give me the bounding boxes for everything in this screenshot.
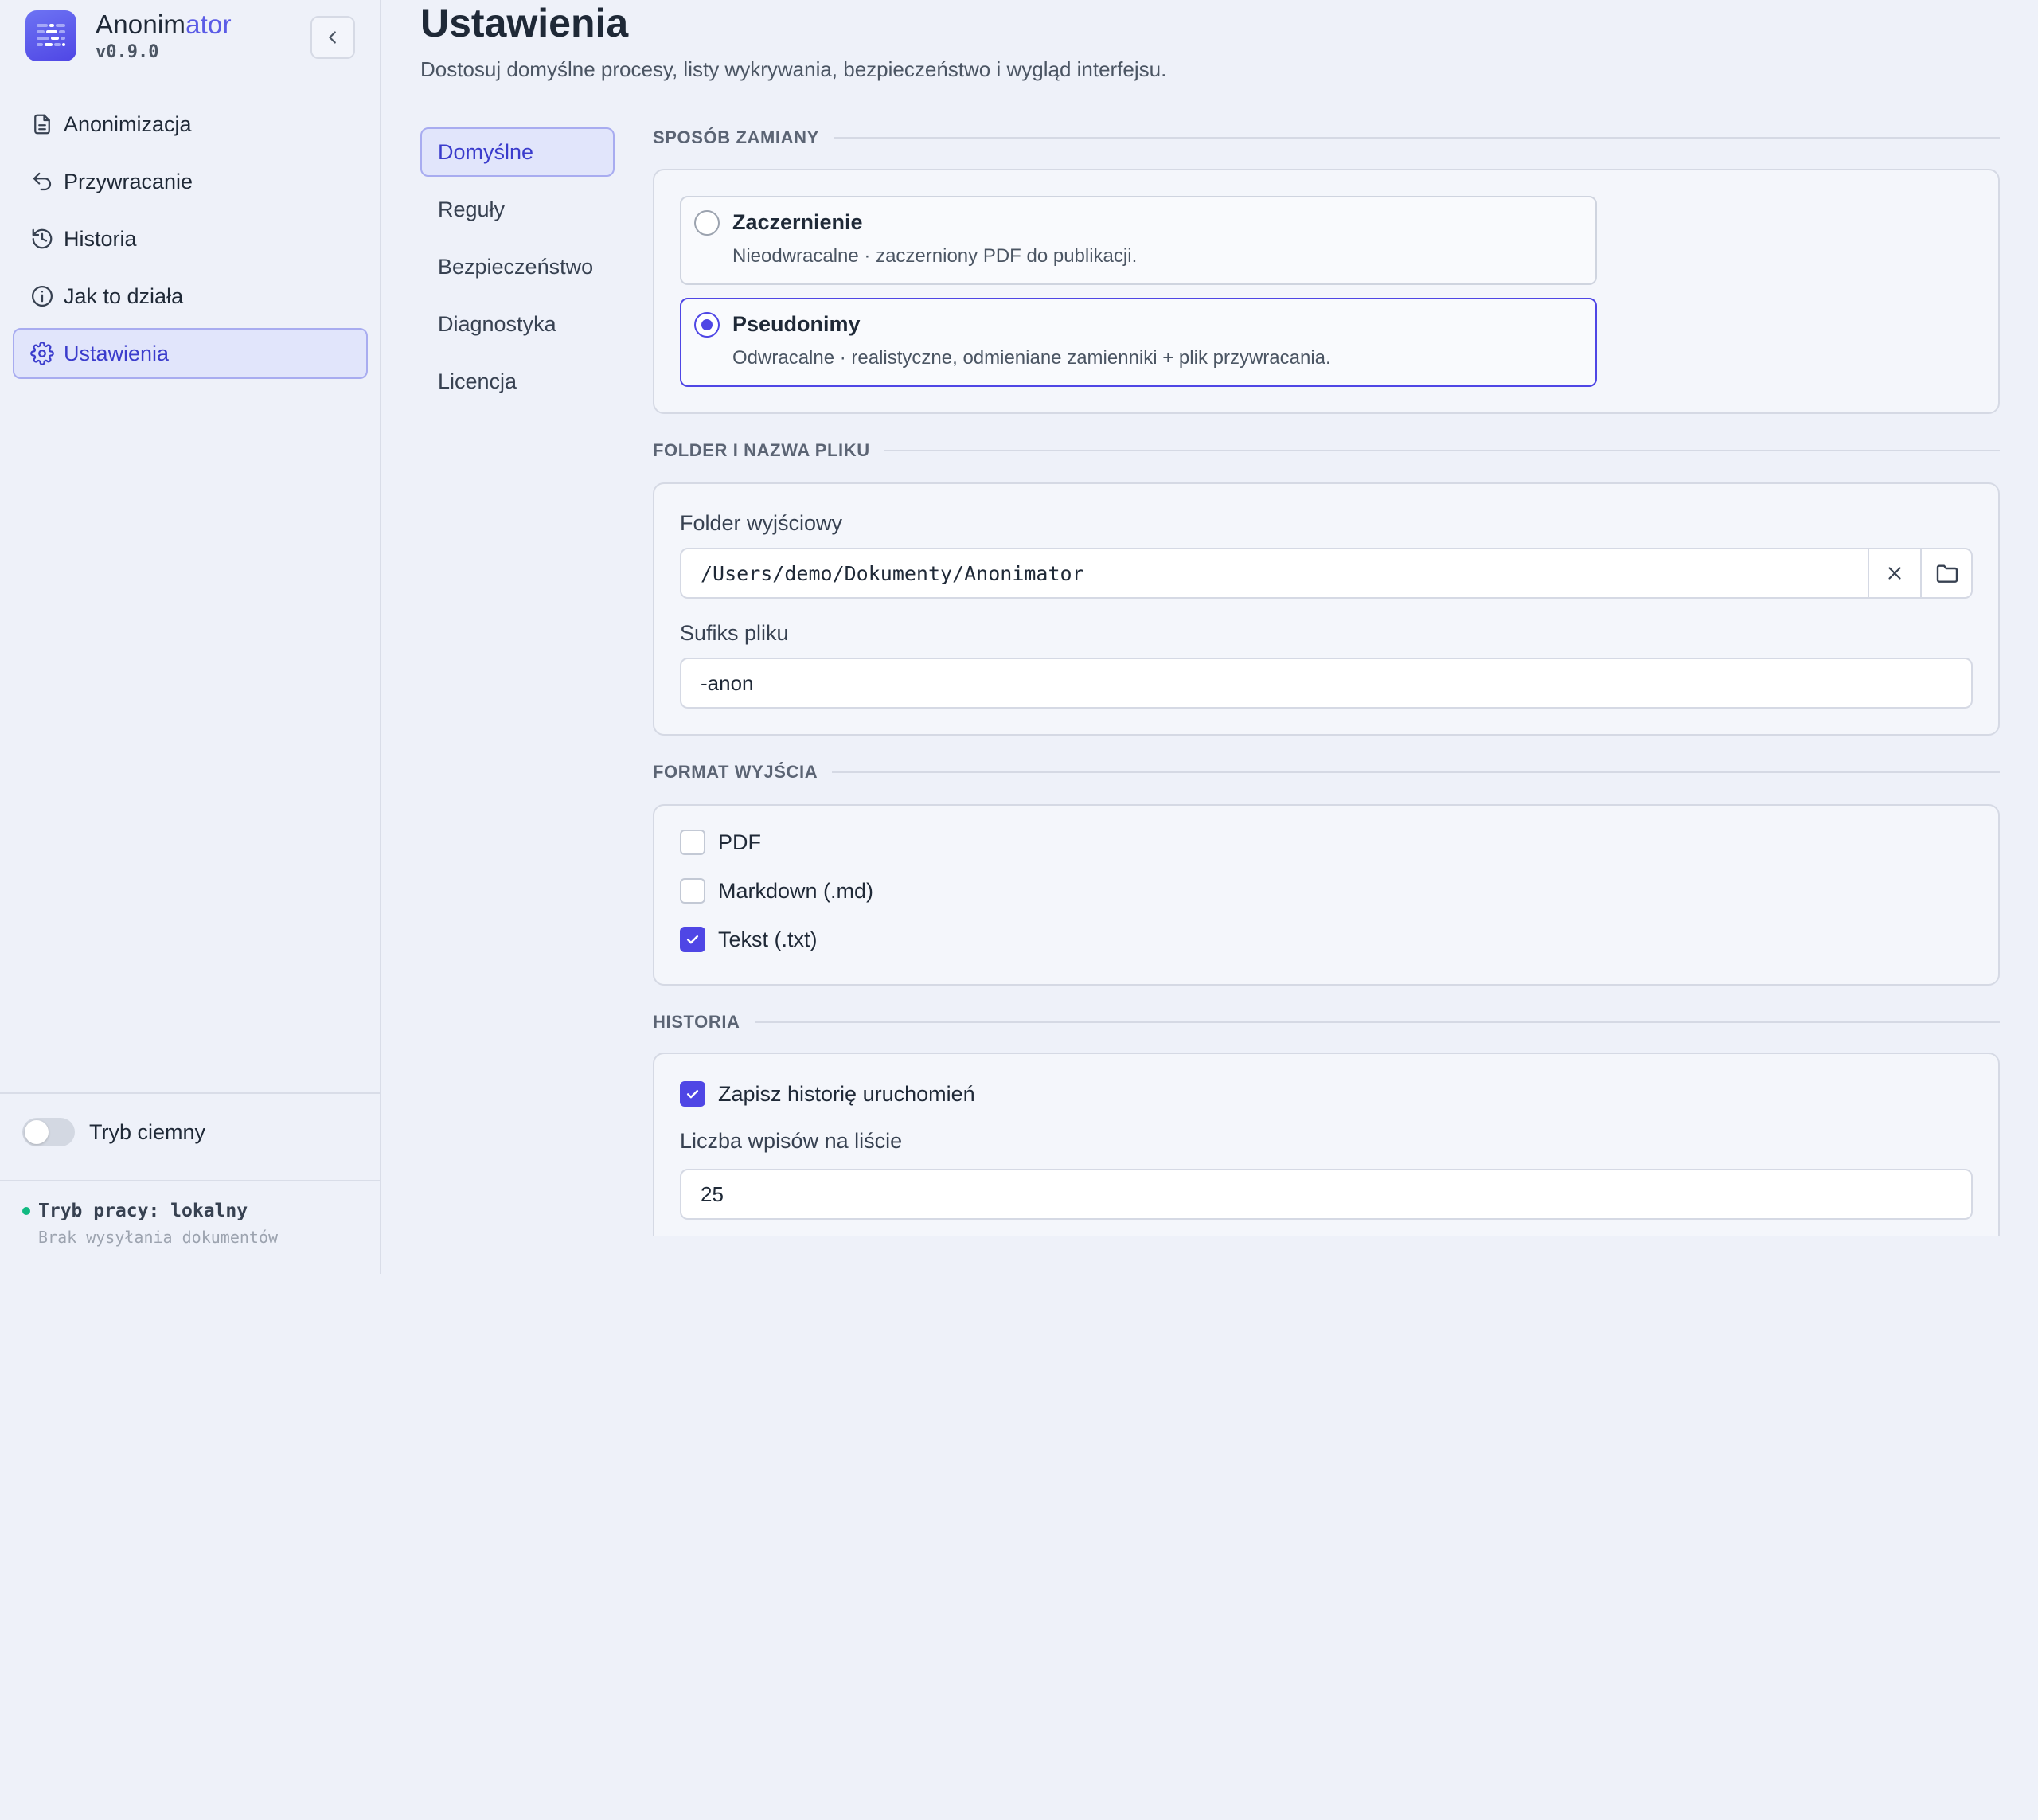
settings-subnav: Domyślne Reguły Bezpieczeństwo Diagnosty… [420,127,615,414]
sidebar-item-label: Jak to działa [64,283,184,308]
format-option-pdf[interactable]: PDF [680,830,761,855]
history-count-label: Liczba wpisów na liście [680,1129,903,1153]
radio-option-description: Nieodwracalne · zaczerniony PDF do publi… [732,245,1138,267]
history-icon [32,228,53,249]
sidebar-item-label: Anonimizacja [64,111,192,136]
toggle-knob [25,1120,49,1144]
page-subtitle: Dostosuj domyślne procesy, listy wykrywa… [420,57,1167,81]
status-dot-icon [22,1207,30,1215]
sidebar: Anonimator v0.9.0 Anonimizacja Przywraca… [0,0,381,1274]
close-icon [1888,567,1901,580]
divider [0,1092,380,1094]
sidebar-item-anonimizacja[interactable]: Anonimizacja [13,99,368,150]
app-name: Anonimator [96,10,232,39]
app-name-part2: ator [185,9,232,39]
radio-option-zaczernienie[interactable]: Zaczernienie Nieodwracalne · zaczerniony… [680,196,1597,285]
section-heading-history: HISTORIA [653,1012,2000,1033]
output-folder-input[interactable]: /Users/demo/Dokumenty/Anonimator [680,548,1973,599]
dark-mode-toggle[interactable] [22,1118,75,1146]
tab-reguly[interactable]: Reguły [420,185,615,234]
section-heading-text: HISTORIA [653,1012,740,1032]
page-title: Ustawienia [420,1,629,45]
radio-option-pseudonimy[interactable]: Pseudonimy Odwracalne · realistyczne, od… [680,298,1597,387]
file-suffix-input[interactable]: -anon [680,658,1973,709]
radio-option-title: Zaczernienie [732,210,863,234]
section-heading-text: FORMAT WYJŚCIA [653,762,818,782]
viewport-clip [382,1236,2038,1820]
tab-licencja[interactable]: Licencja [420,357,615,406]
dark-mode-row: Tryb ciemny [22,1118,205,1146]
folder-card: Folder wyjściowy /Users/demo/Dokumenty/A… [653,482,2000,736]
document-icon [34,114,50,135]
section-heading-text: SPOSÓB ZAMIANY [653,127,819,147]
checkbox[interactable] [680,927,705,952]
radio-button[interactable] [694,210,720,236]
chevron-left-icon [329,31,336,44]
checkbox-label: Zapisz historię uruchomień [718,1081,975,1106]
section-heading-replace-mode: SPOSÓB ZAMIANY [653,127,2000,148]
tab-bezpieczenstwo[interactable]: Bezpieczeństwo [420,242,615,291]
checkbox-label: Markdown (.md) [718,878,874,903]
sidebar-item-label: Historia [64,226,137,251]
work-mode-status: Tryb pracy: lokalny Brak wysyłania dokum… [22,1201,278,1247]
collapse-sidebar-button[interactable] [310,16,355,59]
info-icon [32,286,53,307]
sidebar-item-ustawienia[interactable]: Ustawienia [13,328,368,379]
save-history-option[interactable]: Zapisz historię uruchomień [680,1081,975,1107]
format-card: PDF Markdown (.md) Tekst (.txt) [653,804,2000,986]
folder-icon [1936,564,1958,583]
checkbox-label: Tekst (.txt) [718,927,818,951]
brand: Anonimator v0.9.0 [25,10,232,62]
radio-option-description: Odwracalne · realistyczne, odmieniane za… [732,347,1331,369]
dark-mode-label: Tryb ciemny [89,1119,206,1144]
section-heading-format: FORMAT WYJŚCIA [653,762,2000,783]
gear-icon [30,342,54,365]
sidebar-item-label: Ustawienia [64,341,170,365]
app-name-part1: Anonim [96,9,186,39]
section-heading-folder: FOLDER I NAZWA PLIKU [653,440,2000,461]
sidebar-item-historia[interactable]: Historia [13,213,368,264]
sidebar-item-label: Przywracanie [64,169,193,193]
checkbox[interactable] [680,1081,705,1107]
radio-option-title: Pseudonimy [732,312,861,336]
divider [0,1180,380,1181]
check-icon [686,935,699,944]
radio-button[interactable] [694,312,720,338]
format-option-txt[interactable]: Tekst (.txt) [680,927,818,952]
app-window: Anonimator v0.9.0 Anonimizacja Przywraca… [0,0,2038,1820]
history-count-value: 25 [701,1181,724,1206]
check-icon [686,1090,699,1099]
sidebar-nav: Anonimizacja Przywracanie Historia Jak t… [13,99,368,385]
browse-folder-button[interactable] [1920,549,1973,597]
output-folder-label: Folder wyjściowy [680,511,843,535]
app-version: v0.9.0 [96,41,159,62]
file-suffix-value: -anon [701,670,754,695]
history-count-input[interactable]: 25 [680,1169,1973,1220]
output-folder-value: /Users/demo/Dokumenty/Anonimator [701,561,1084,585]
checkbox[interactable] [680,878,705,904]
sidebar-item-przywracanie[interactable]: Przywracanie [13,156,368,207]
format-option-markdown[interactable]: Markdown (.md) [680,878,873,904]
tab-domyslne[interactable]: Domyślne [420,127,615,177]
replace-mode-card: Zaczernienie Nieodwracalne · zaczerniony… [653,169,2000,414]
sidebar-item-jak-to-dziala[interactable]: Jak to działa [13,271,368,322]
file-suffix-label: Sufiks pliku [680,621,789,645]
undo-icon [33,172,52,191]
tab-diagnostyka[interactable]: Diagnostyka [420,299,615,349]
checkbox-label: PDF [718,830,761,854]
checkbox[interactable] [680,830,705,855]
section-heading-text: FOLDER I NAZWA PLIKU [653,440,870,460]
work-mode-title: Tryb pracy: lokalny [38,1201,248,1221]
work-mode-subtitle: Brak wysyłania dokumentów [38,1228,279,1247]
app-logo-icon [25,10,76,61]
clear-folder-button[interactable] [1868,549,1920,597]
